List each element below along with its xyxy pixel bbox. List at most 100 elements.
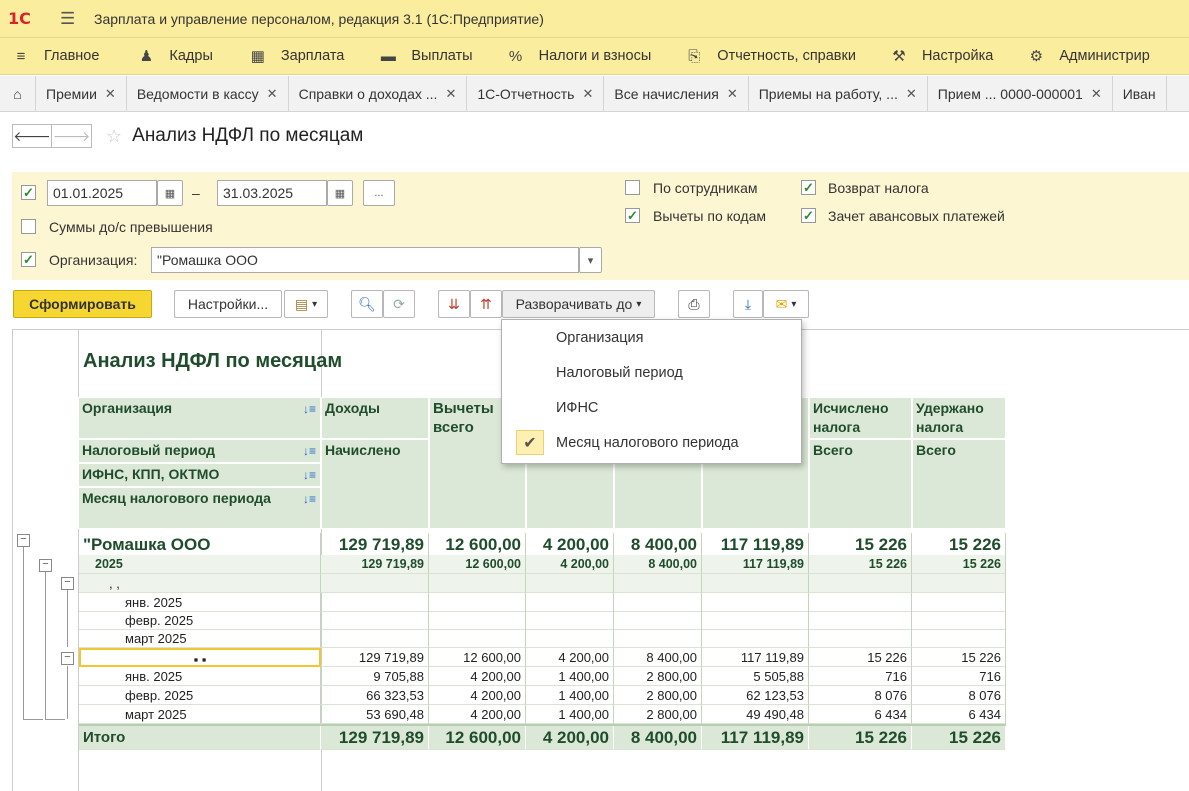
sort-icon[interactable]: ↓≡ [303,466,316,485]
forward-button[interactable]: 🡒 [52,124,92,148]
close-icon[interactable]: ✕ [906,86,917,102]
sort-icon[interactable]: ↓≡ [303,442,316,461]
close-icon[interactable]: ✕ [1091,86,1102,102]
sums-exceed-checkbox[interactable] [21,219,36,234]
tab-hirings[interactable]: Приемы на работу, ... ✕ [749,76,928,111]
tab-all-accruals[interactable]: Все начисления ✕ [604,76,749,111]
table-row[interactable]: март 2025 53 690,48 4 200,00 1 400,00 2 … [79,705,1006,724]
table-row[interactable]: март 2025 [79,629,1006,648]
send-email-button[interactable]: ✉ ▾ [763,290,809,318]
search-button[interactable]: 🔍︎ [351,290,383,318]
close-icon[interactable]: ✕ [267,86,278,102]
open-windows-tabs: ⌂ Премии ✕ Ведомости в кассу ✕ Справки о д… [0,76,1189,112]
select-period-button[interactable]: ... [363,180,395,206]
dropdown-item-tax-period[interactable]: Налоговый период [502,356,801,390]
deductions-by-codes-checkbox[interactable]: ✓ [625,208,640,223]
dropdown-item-ifns[interactable]: ИФНС [502,391,801,425]
tree-line [23,547,24,719]
generate-button[interactable]: Сформировать [13,290,152,318]
sections-menu: ≡ Главное ♟ Кадры ▦ Зарплата ▬ Выплаты % Нало… [0,38,1189,75]
table-row[interactable]: февр. 2025 [79,611,1006,630]
print-button[interactable]: ⎙ [678,290,710,318]
chevron-down-icon: ▾ [636,298,642,310]
organization-checkbox[interactable]: ✓ [21,252,36,267]
table-row[interactable]: янв. 2025 9 705,88 4 200,00 1 400,00 2 8… [79,667,1006,686]
tab-cash-statements[interactable]: Ведомости в кассу ✕ [127,76,289,111]
menu-item-hr[interactable]: ♟ Кадры [137,38,213,75]
calendar-to-button[interactable]: ▦ [327,180,353,206]
close-icon[interactable]: ✕ [105,86,116,102]
tab-bonuses[interactable]: Премии ✕ [36,76,127,111]
sort-icon[interactable]: ↓≡ [303,490,316,509]
table-row[interactable]: , , [79,574,1006,593]
collapse-groups-icon: ⇊ [448,295,460,312]
save-button[interactable]: ⤓ [733,290,763,318]
table-row[interactable]: ▪ ▪ 129 719,89 12 600,00 4 200,00 8 400,… [79,648,1006,667]
advance-offset-checkbox[interactable]: ✓ [801,208,816,223]
checkmark-icon: ✓ [23,252,34,267]
calendar-from-button[interactable]: ▦ [157,180,183,206]
collapse-group-toggle[interactable]: − [61,652,74,665]
menu-item-taxes[interactable]: % Налоги и взносы [507,38,651,75]
tab-hiring-doc[interactable]: Прием ... 0000-000001 ✕ [928,76,1113,111]
header-withheld-total: Всего [912,439,1006,529]
header-income-accrued: Начислено [321,439,429,529]
table-row[interactable]: "Ромашка ООО 129 719,89 12 600,00 4 200,… [79,533,1006,557]
organization-dropdown-button[interactable]: ▾ [579,247,602,273]
table-row[interactable]: февр. 2025 66 323,53 4 200,00 1 400,00 2… [79,686,1006,705]
back-button[interactable]: 🡐 [12,124,52,148]
menu-item-settings[interactable]: ⚒ Настройка [890,38,993,75]
home-tab[interactable]: ⌂ [0,76,36,111]
checkmark-icon: ✓ [803,208,814,223]
documents-icon: ⎘ [688,47,701,65]
tree-line [67,666,68,719]
chevron-down-icon: ▾ [791,298,797,310]
collapse-group-toggle[interactable]: − [17,534,30,547]
menu-item-main[interactable]: ≡ Главное [12,38,100,75]
menu-item-payments[interactable]: ▬ Выплаты [379,38,473,75]
close-icon[interactable]: ✕ [445,86,456,102]
collapse-group-toggle[interactable]: − [61,577,74,590]
menu-item-reports[interactable]: ⎘ Отчетность, справки [685,38,856,75]
arrow-left-icon: 🡐 [13,127,51,144]
chevron-down-icon: ▾ [312,298,318,310]
close-icon[interactable]: ✕ [582,86,593,102]
sort-icon[interactable]: ↓≡ [303,400,316,419]
wallet-icon: ▬ [380,47,396,65]
dropdown-item-month[interactable]: ✔ Месяц налогового периода [502,426,801,460]
main-menu-icon[interactable]: ☰ [60,9,78,29]
search-next-button[interactable]: ⟳ [383,290,415,318]
table-row[interactable]: янв. 2025 [79,593,1006,612]
menu-item-admin[interactable]: ⚙ Администрир [1027,38,1150,75]
tab-1c-reporting[interactable]: 1С-Отчетность ✕ [467,76,605,111]
page-header: 🡐 🡒 ☆ Анализ НДФЛ по месяцам [12,123,363,149]
tab-income-certificates[interactable]: Справки о доходах ... ✕ [289,76,468,111]
expand-to-dropdown: Организация Налоговый период ИФНС ✔ Месяц… [501,319,802,464]
download-icon: ⤓ [744,295,752,312]
period-checkbox[interactable]: ✓ [21,185,36,200]
close-icon[interactable]: ✕ [727,86,738,102]
table-row[interactable]: 2025 129 719,89 12 600,00 4 200,00 8 400… [79,555,1006,574]
expand-all-button[interactable]: ⇈ [470,290,502,318]
report-title: Анализ НДФЛ по месяцам [83,350,343,372]
by-employees-checkbox[interactable] [625,180,640,195]
tab-ivan[interactable]: Иван [1113,76,1167,111]
organization-field[interactable]: "Ромашка ООО [151,247,579,273]
collapse-all-button[interactable]: ⇊ [438,290,470,318]
report-variants-button[interactable]: ▤ ▾ [284,290,328,318]
total-row[interactable]: Итого 129 719,89 12 600,00 4 200,00 8 40… [79,724,1006,750]
date-from-field[interactable]: 01.01.2025 [47,180,157,206]
date-to-field[interactable]: 31.03.2025 [217,180,327,206]
period-dash: – [192,185,200,201]
tax-refund-checkbox[interactable]: ✓ [801,180,816,195]
calendar-icon: ▦ [334,187,346,200]
favorite-star-icon[interactable]: ☆ [106,126,122,147]
tree-line [67,587,68,647]
settings-button[interactable]: Настройки... [174,290,282,318]
dropdown-item-organization[interactable]: Организация [502,321,801,355]
expand-to-button[interactable]: Разворачивать до ▾ [502,290,655,318]
selected-cell[interactable]: ▪ ▪ [79,648,321,667]
calculator-icon: ▦ [250,48,265,65]
collapse-group-toggle[interactable]: − [39,559,52,572]
menu-item-salary[interactable]: ▦ Зарплата [249,38,345,75]
